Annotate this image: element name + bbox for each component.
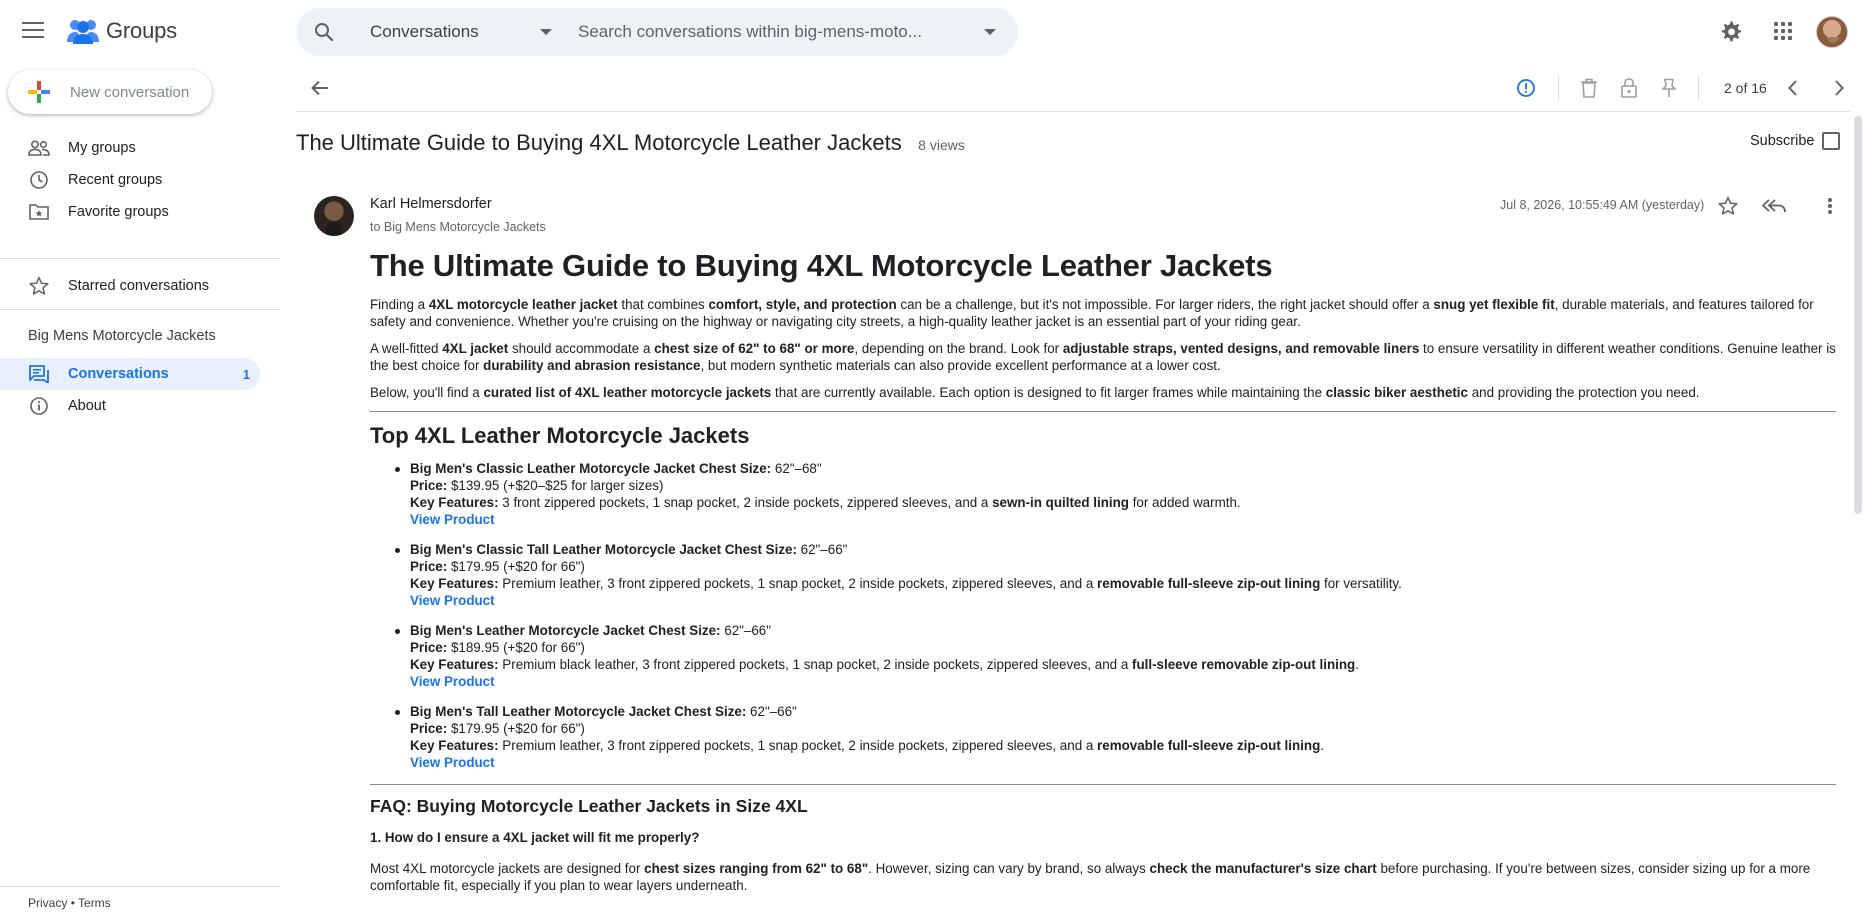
conversation-header: The Ultimate Guide to Buying 4XL Motorcy… bbox=[296, 130, 1850, 160]
group-name-heading[interactable]: Big Mens Motorcycle Jackets bbox=[28, 328, 216, 344]
sidebar-item-conversations[interactable]: Conversations 1 bbox=[0, 358, 260, 390]
list-item: Big Men's Classic Tall Leather Motorcycl… bbox=[395, 541, 1836, 609]
message-author[interactable]: Karl Helmersdorfer bbox=[370, 196, 492, 212]
footer-separator: • bbox=[70, 896, 75, 910]
delete-icon[interactable] bbox=[1580, 78, 1598, 98]
sidebar-item-favorite-groups[interactable]: Favorite groups bbox=[0, 196, 260, 228]
view-product-link[interactable]: View Product bbox=[410, 755, 495, 770]
reply-all-icon[interactable] bbox=[1762, 198, 1786, 214]
groups-logo-icon bbox=[67, 20, 99, 44]
terms-link[interactable]: Terms bbox=[78, 896, 111, 910]
section-divider bbox=[370, 411, 1836, 412]
folder-star-icon bbox=[28, 203, 50, 221]
sidebar-item-starred-conversations[interactable]: Starred conversations bbox=[0, 270, 260, 302]
back-arrow-icon[interactable] bbox=[310, 78, 330, 98]
sidebar-item-label: Conversations bbox=[68, 366, 169, 382]
section-divider bbox=[370, 784, 1836, 785]
list-item: Big Men's Classic Leather Motorcycle Jac… bbox=[395, 460, 1836, 528]
plus-icon bbox=[28, 81, 50, 103]
report-info-icon[interactable] bbox=[1516, 78, 1536, 98]
list-item: Big Men's Leather Motorcycle Jacket Ches… bbox=[395, 622, 1836, 690]
view-product-link[interactable]: View Product bbox=[410, 593, 495, 608]
author-avatar[interactable] bbox=[314, 196, 354, 236]
scope-dropdown-icon[interactable] bbox=[540, 29, 552, 35]
search-options-dropdown-icon[interactable] bbox=[984, 29, 996, 35]
sidebar-item-my-groups[interactable]: My groups bbox=[0, 132, 260, 164]
list-intro-paragraph: Below, you'll find a curated list of 4XL… bbox=[370, 385, 1700, 400]
previous-conversation-icon[interactable] bbox=[1786, 78, 1800, 98]
sidebar-item-label: Favorite groups bbox=[68, 204, 169, 220]
subscribe-checkbox[interactable]: Subscribe bbox=[1750, 132, 1841, 150]
fit-paragraph: A well-fitted 4XL jacket should accommod… bbox=[370, 341, 1836, 373]
toolbar-separator bbox=[1558, 76, 1559, 100]
search-bar: Conversations bbox=[296, 8, 1018, 56]
new-conversation-button[interactable]: New conversation bbox=[8, 70, 212, 114]
sidebar-item-about[interactable]: About bbox=[0, 390, 260, 422]
sidebar-divider bbox=[0, 309, 280, 310]
search-scope-select[interactable]: Conversations bbox=[370, 22, 560, 42]
view-product-link[interactable]: View Product bbox=[410, 674, 495, 689]
star-icon bbox=[28, 276, 50, 296]
pin-icon[interactable] bbox=[1660, 78, 1678, 98]
account-avatar[interactable] bbox=[1816, 16, 1848, 48]
faq-heading: FAQ: Buying Motorcycle Leather Jackets i… bbox=[370, 796, 808, 816]
view-product-link[interactable]: View Product bbox=[410, 512, 495, 527]
more-options-icon[interactable] bbox=[1826, 196, 1834, 216]
faq-question: 1. How do I ensure a 4XL jacket will fit… bbox=[370, 830, 700, 845]
subscribe-label: Subscribe bbox=[1750, 133, 1815, 149]
checkbox-icon[interactable] bbox=[1822, 132, 1841, 150]
conversations-count-badge: 1 bbox=[242, 366, 250, 382]
toolbar-separator bbox=[1698, 76, 1699, 100]
sidebar-divider bbox=[0, 886, 280, 887]
google-apps-icon[interactable] bbox=[1774, 22, 1792, 40]
post-heading: The Ultimate Guide to Buying 4XL Motorcy… bbox=[370, 248, 1273, 283]
list-item: Big Men's Tall Leather Motorcycle Jacket… bbox=[395, 703, 1836, 771]
top-app-bar: Groups Conversations bbox=[0, 0, 1866, 64]
intro-paragraph: Finding a 4XL motorcycle leather jacket … bbox=[370, 297, 1814, 329]
faq-answer: Most 4XL motorcycle jackets are designed… bbox=[370, 861, 1811, 893]
conversation-pager: 2 of 16 bbox=[1724, 80, 1767, 96]
groups-logo[interactable]: Groups bbox=[66, 18, 177, 44]
sidebar-item-label: Starred conversations bbox=[68, 278, 210, 294]
sidebar-item-recent-groups[interactable]: Recent groups bbox=[0, 164, 260, 196]
info-icon bbox=[28, 396, 50, 416]
privacy-link[interactable]: Privacy bbox=[28, 896, 67, 910]
sidebar-item-label: My groups bbox=[68, 140, 136, 156]
product-list: Big Men's Classic Leather Motorcycle Jac… bbox=[395, 460, 1836, 771]
star-message-icon[interactable] bbox=[1718, 196, 1738, 216]
search-icon[interactable] bbox=[312, 20, 336, 44]
lock-icon[interactable] bbox=[1620, 78, 1638, 98]
view-count: 8 views bbox=[918, 137, 965, 153]
app-name: Groups bbox=[106, 18, 177, 43]
conversation-toolbar: 2 of 16 bbox=[296, 64, 1850, 112]
message-body: The Ultimate Guide to Buying 4XL Motorcy… bbox=[370, 246, 1836, 904]
section-heading: Top 4XL Leather Motorcycle Jackets bbox=[370, 423, 750, 448]
settings-gear-icon[interactable] bbox=[1720, 20, 1744, 44]
next-conversation-icon[interactable] bbox=[1832, 78, 1846, 98]
footer-links: Privacy • Terms bbox=[28, 896, 111, 910]
conversation-view: 2 of 16 The Ultimate Guide to Buying 4XL… bbox=[296, 64, 1850, 920]
new-conversation-label: New conversation bbox=[70, 83, 190, 101]
message-recipient: to Big Mens Motorcycle Jackets bbox=[370, 220, 546, 234]
sidebar-item-label: Recent groups bbox=[68, 172, 163, 188]
sidebar: New conversation My groups Recent groups… bbox=[0, 64, 280, 920]
conversation-title: The Ultimate Guide to Buying 4XL Motorcy… bbox=[296, 130, 902, 155]
conversations-icon bbox=[28, 365, 50, 383]
scrollbar-thumb[interactable] bbox=[1854, 116, 1862, 514]
people-icon bbox=[28, 140, 50, 156]
search-input[interactable] bbox=[578, 20, 968, 44]
main-menu-icon[interactable] bbox=[22, 22, 44, 40]
sidebar-divider bbox=[0, 258, 280, 259]
sidebar-item-label: About bbox=[68, 398, 106, 414]
clock-icon bbox=[28, 170, 50, 190]
message-date: Jul 8, 2026, 10:55:49 AM (yesterday) bbox=[1500, 198, 1705, 212]
